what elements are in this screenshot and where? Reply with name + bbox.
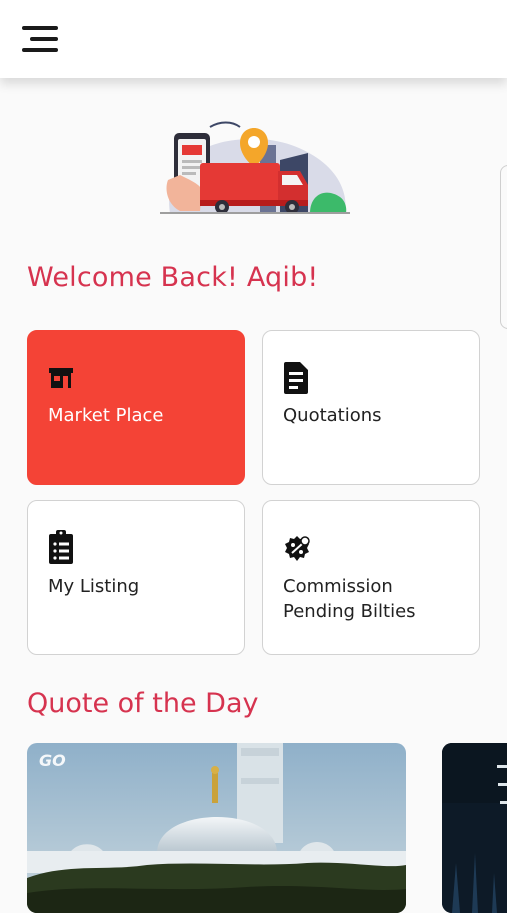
go-logo: GO bbox=[39, 751, 66, 770]
document-icon bbox=[284, 362, 308, 394]
quotations-card[interactable]: Quotations bbox=[262, 330, 480, 485]
hamburger-menu-icon[interactable] bbox=[18, 22, 62, 56]
quote-of-the-day-heading: Quote of the Day bbox=[27, 688, 259, 719]
market-place-label: Market Place bbox=[48, 405, 164, 426]
commission-pending-bilties-label: Commission Pending Bilties bbox=[283, 576, 416, 622]
discount-badge-icon bbox=[285, 536, 310, 561]
clipboard-list-icon bbox=[49, 530, 73, 564]
commission-pending-bilties-card[interactable]: Commission Pending Bilties bbox=[262, 500, 480, 655]
my-listing-label: My Listing bbox=[48, 576, 140, 597]
mosque-image bbox=[27, 743, 406, 913]
quote-card-1[interactable]: GO bbox=[27, 743, 406, 913]
welcome-heading: Welcome Back! Aqib! bbox=[27, 262, 319, 293]
store-icon bbox=[49, 368, 73, 388]
my-listing-card[interactable]: My Listing bbox=[27, 500, 245, 655]
top-app-bar bbox=[0, 0, 507, 78]
market-place-card[interactable]: Market Place bbox=[27, 330, 245, 485]
night-image bbox=[442, 743, 507, 913]
delivery-truck-illustration bbox=[160, 121, 350, 214]
side-panel-edge[interactable] bbox=[500, 165, 507, 329]
quote-card-2[interactable] bbox=[442, 743, 507, 913]
quotations-label: Quotations bbox=[283, 405, 382, 426]
